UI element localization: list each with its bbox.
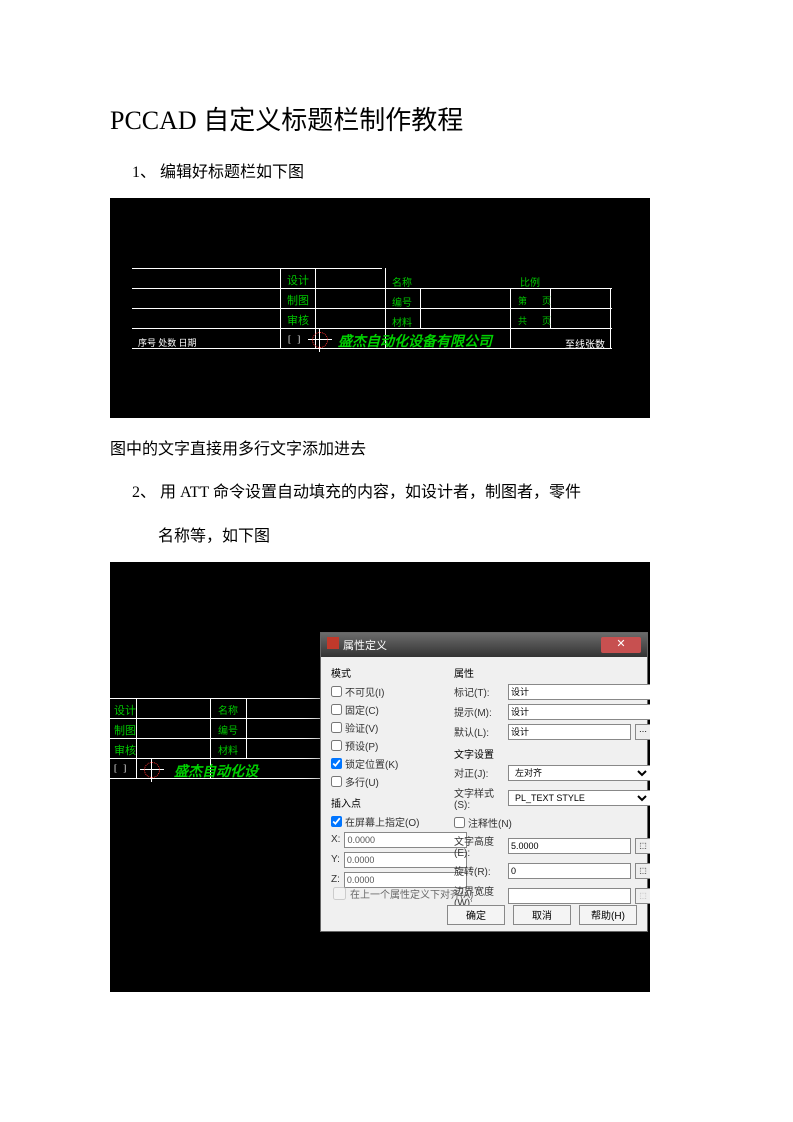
rot-pick-button[interactable]: ⬚ bbox=[635, 863, 650, 879]
rot-input[interactable] bbox=[508, 863, 631, 879]
annotative-checkbox[interactable] bbox=[454, 817, 465, 828]
ye-label: 页 bbox=[542, 294, 551, 307]
cad-screenshot-2: 设计 制图 审核 名称 编号 材料 盛杰自动化设 [ ] 属性定义 ✕ 模式 不… bbox=[110, 562, 650, 992]
default-input[interactable] bbox=[508, 724, 631, 740]
tag-input[interactable] bbox=[508, 684, 650, 700]
sheji-label: 设计 bbox=[287, 272, 309, 288]
y-input[interactable] bbox=[344, 852, 467, 868]
attr-group-label: 属性 bbox=[454, 665, 650, 680]
align-prev-label: 在上一个属性定义下对齐(A) bbox=[350, 886, 473, 901]
style-select[interactable]: PL_TEXT STYLE bbox=[508, 790, 650, 806]
bili-label: 比例 bbox=[520, 274, 540, 289]
bianhao-label-2: 编号 bbox=[218, 722, 238, 737]
prompt-input[interactable] bbox=[508, 704, 650, 720]
prompt-label: 提示(M): bbox=[454, 704, 504, 719]
company-name-1: 盛杰自动化设备有限公司 bbox=[338, 331, 492, 351]
style-label: 文字样式(S): bbox=[454, 785, 504, 811]
bracket-icon-2: [ ] bbox=[114, 763, 128, 773]
mtext-label: 多行(U) bbox=[345, 774, 379, 789]
lock-label: 锁定位置(K) bbox=[345, 756, 398, 771]
x-input[interactable] bbox=[344, 832, 467, 848]
just-select[interactable]: 左对齐 bbox=[508, 765, 650, 781]
rot-label: 旋转(R): bbox=[454, 863, 504, 878]
fixed-label: 固定(C) bbox=[345, 702, 379, 717]
zhitu-label-2: 制图 bbox=[114, 722, 136, 738]
shenhe-label-2: 审核 bbox=[114, 742, 136, 758]
caption-1: 图中的文字直接用多行文字添加进去 bbox=[110, 432, 683, 467]
default-pick-button[interactable]: ⋯ bbox=[635, 724, 650, 740]
fixed-checkbox[interactable] bbox=[331, 704, 342, 715]
align-prev-checkbox bbox=[333, 887, 346, 900]
company-name-2: 盛杰自动化设 bbox=[174, 761, 258, 781]
x-label: X: bbox=[331, 834, 340, 845]
insert-group-label: 插入点 bbox=[331, 795, 446, 810]
attribute-definition-dialog: 属性定义 ✕ 模式 不可见(I) 固定(C) 验证(V) 预设(P) 锁定位置(… bbox=[320, 632, 648, 932]
origin-circle-icon bbox=[312, 332, 328, 348]
bwidth-pick-button: ⬚ bbox=[635, 888, 650, 904]
ok-button[interactable]: 确定 bbox=[447, 905, 505, 925]
y-label: Y: bbox=[331, 854, 340, 865]
cancel-button[interactable]: 取消 bbox=[513, 905, 571, 925]
preset-checkbox[interactable] bbox=[331, 740, 342, 751]
di-label: 第 bbox=[518, 294, 527, 307]
mtext-checkbox[interactable] bbox=[331, 776, 342, 787]
page-title: PCCAD 自定义标题栏制作教程 bbox=[110, 100, 683, 137]
cailiao-label: 材料 bbox=[392, 314, 412, 329]
app-icon bbox=[327, 637, 339, 649]
preset-label: 预设(P) bbox=[345, 738, 378, 753]
mode-group-label: 模式 bbox=[331, 665, 446, 680]
step-1-text: 1、 编辑好标题栏如下图 bbox=[132, 155, 683, 190]
default-label: 默认(L): bbox=[454, 724, 504, 739]
verify-checkbox[interactable] bbox=[331, 722, 342, 733]
lock-checkbox[interactable] bbox=[331, 758, 342, 769]
ye2-label: 页 bbox=[542, 314, 551, 327]
bianhao-label: 编号 bbox=[392, 294, 412, 309]
gong-label: 共 bbox=[518, 314, 527, 327]
just-label: 对正(J): bbox=[454, 765, 504, 780]
step-2-text-a: 2、 用 ATT 命令设置自动填充的内容，如设计者，制图者，零件 bbox=[132, 475, 683, 510]
mingcheng-label-2: 名称 bbox=[218, 702, 238, 717]
xuhao-labels: 序号 处数 日期 bbox=[138, 336, 197, 349]
zhitu-label: 制图 bbox=[287, 292, 309, 308]
right-text: 至线张数 bbox=[565, 336, 605, 351]
height-label: 文字高度(E): bbox=[454, 833, 504, 859]
text-group-label: 文字设置 bbox=[454, 746, 650, 761]
cad-screenshot-1: 设计 制图 审核 名称 编号 材料 比例 第 页 共 页 序号 处数 日期 盛杰… bbox=[110, 198, 650, 418]
dialog-titlebar: 属性定义 ✕ bbox=[321, 633, 647, 657]
height-pick-button[interactable]: ⬚ bbox=[635, 838, 650, 854]
close-button[interactable]: ✕ bbox=[601, 637, 641, 653]
invisible-checkbox[interactable] bbox=[331, 686, 342, 697]
height-input[interactable] bbox=[508, 838, 631, 854]
annotative-label: 注释性(N) bbox=[468, 815, 512, 830]
mingcheng-label: 名称 bbox=[392, 274, 412, 289]
verify-label: 验证(V) bbox=[345, 720, 378, 735]
invisible-label: 不可见(I) bbox=[345, 684, 384, 699]
onscreen-label: 在屏幕上指定(O) bbox=[345, 814, 419, 829]
step-2-text-b: 名称等，如下图 bbox=[158, 519, 683, 554]
shenhe-label: 审核 bbox=[287, 312, 309, 328]
sheji-label-2: 设计 bbox=[114, 702, 136, 718]
onscreen-checkbox[interactable] bbox=[331, 816, 342, 827]
z-label: Z: bbox=[331, 874, 340, 885]
bwidth-input[interactable] bbox=[508, 888, 631, 904]
bracket-icon: [ ] bbox=[288, 334, 302, 344]
origin-circle-icon-2 bbox=[144, 762, 160, 778]
cailiao-label-2: 材料 bbox=[218, 742, 238, 757]
tag-label: 标记(T): bbox=[454, 684, 504, 699]
dialog-title-text: 属性定义 bbox=[343, 640, 387, 652]
help-button[interactable]: 帮助(H) bbox=[579, 905, 637, 925]
